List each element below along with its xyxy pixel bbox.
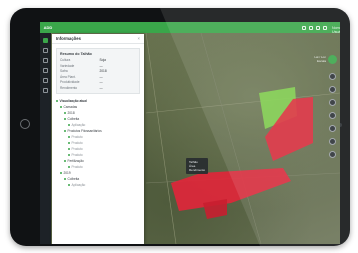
bullet-icon [68,123,70,126]
scale-line: Escala [316,59,326,63]
bullet-icon [56,99,58,102]
panel-header: Informações × [52,34,144,44]
panel-title: Informações [56,36,81,41]
bullet-icon [64,177,66,180]
top-actions: Nome Usuário [302,25,340,34]
rail-item-fields[interactable] [43,58,48,63]
summary-grid: Cultura Soja Variedade — Safra 2018 Área Plant… [60,58,136,90]
field-summary: Resumo do Talhão Cultura Soja Variedade — Sa… [56,48,140,94]
bullet-icon [68,141,70,144]
bullet-icon [68,135,70,138]
field-red-2[interactable] [171,168,291,211]
tree-item-label: Aplicação [71,122,86,127]
tree-item-label: Produto [71,146,83,151]
settings-icon[interactable] [309,25,313,30]
summary-key: Produtividade [60,80,80,84]
field-tooltip: Talhão Área Rendimento [186,158,209,174]
summary-key: Rendimento [60,85,78,90]
tree-item-label: Aplicação [71,182,86,187]
road-line [145,33,177,244]
coords-readout: Lat / Lon Escala [314,55,326,63]
bullet-icon [64,159,66,162]
summary-key: Área Plant. [60,74,76,79]
summary-key: Safra [60,69,68,73]
tree-item-label: Colheita [67,176,80,181]
rail-item-reports[interactable] [43,68,48,73]
user-icon[interactable] [323,25,327,30]
bullet-icon [60,105,62,108]
bullet-icon [68,153,70,156]
tree-item-label: Produto [71,140,83,145]
tree-item-label: Fertilização [67,158,84,163]
help-icon[interactable] [316,25,320,30]
tree-item-label: Visualização atual [59,98,87,103]
tree-item-label: Produto [71,164,83,169]
tree-item-label: Produtos Fitossanitários [67,128,102,133]
rail-item-calendar[interactable] [43,78,48,83]
app-logo: ADD [43,25,53,30]
zoom-in-icon[interactable] [329,73,336,80]
close-icon[interactable]: × [138,36,140,41]
fullscreen-icon[interactable] [329,151,336,158]
tree-item-label: Colheita [67,116,80,121]
tree-item-label: 2019 [63,170,71,175]
locate-icon[interactable] [329,112,336,119]
bullet-icon [60,171,62,174]
info-panel: Informações × Resumo do Talhão Cultura So… [52,34,144,244]
bullet-icon [64,117,66,120]
rail-item-settings[interactable] [43,88,48,93]
left-rail [40,33,51,244]
measure-icon[interactable] [329,125,336,132]
summary-value: — [99,63,103,68]
tree-item-label: Camadas [63,104,78,109]
app-screen: ADD Nome Usuário [40,22,340,244]
summary-value: — [99,74,103,79]
summary-key: Cultura [60,58,71,62]
zoom-out-icon[interactable] [329,86,336,93]
bullet-icon [64,111,66,114]
summary-value: — [99,80,103,84]
zoom-badge[interactable] [328,55,337,64]
home-button[interactable] [20,119,30,129]
bullet-icon [68,165,70,168]
user-name[interactable]: Nome Usuário [332,26,340,34]
summary-value: Soja [99,58,106,62]
bullet-icon [68,147,70,150]
notification-icon[interactable] [302,25,306,30]
tree-item-label: Produto [71,134,83,139]
summary-key: Variedade [60,63,75,68]
tablet-frame: ADD Nome Usuário [10,8,350,246]
top-bar: ADD Nome Usuário [40,22,340,34]
map-tools [329,73,336,158]
summary-value: — [99,85,103,90]
section-title: Resumo do Talhão [60,52,92,56]
bullet-icon [64,129,66,132]
tree-item[interactable]: Aplicação [56,182,140,188]
summary-value: 2018 [99,69,107,73]
tree-item-label: 2018 [67,110,75,115]
draw-icon[interactable] [329,138,336,145]
layers-icon[interactable] [329,99,336,106]
bullet-icon [68,183,70,186]
rail-item-layers[interactable] [43,48,48,53]
tooltip-line: Rendimento [189,168,206,172]
layer-tree: Visualização atual Camadas 2018 Colheita Apl… [56,98,140,188]
rail-item-map[interactable] [43,38,48,43]
tree-item-label: Produto [71,152,83,157]
